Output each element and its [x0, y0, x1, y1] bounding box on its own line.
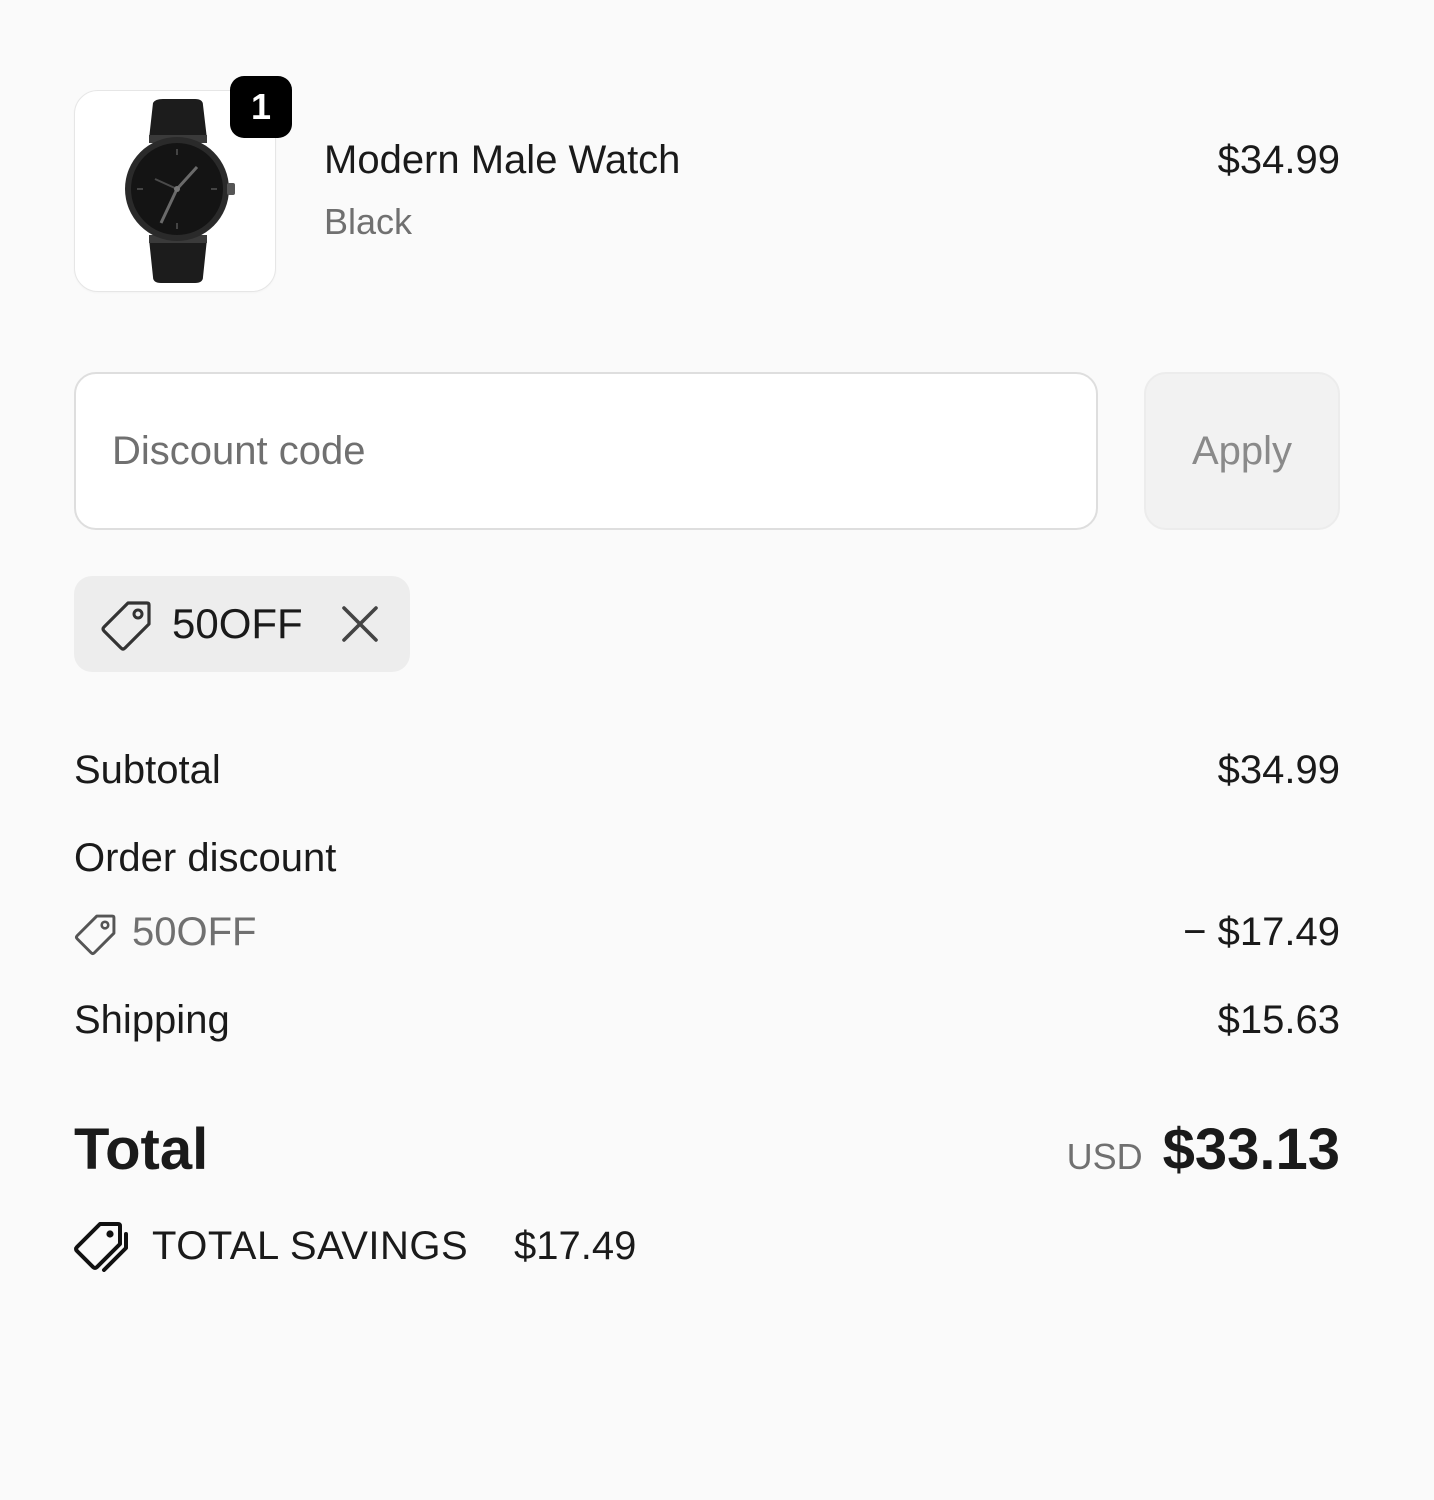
line-item: 1 Modern Male Watch Black $34.99 [74, 76, 1340, 294]
total-currency: USD [1066, 1136, 1143, 1177]
applied-code-label: 50OFF [172, 600, 303, 647]
shipping-label: Shipping [74, 998, 230, 1042]
order-discount-code: 50OFF [132, 910, 257, 954]
discount-code-input[interactable] [74, 372, 1098, 530]
order-discount-label: Order discount [74, 836, 337, 880]
total-amount: $33.13 [1162, 1117, 1340, 1182]
total-value-group: USD $33.13 [1067, 1118, 1340, 1182]
double-tag-icon [74, 1222, 128, 1272]
order-discount-value: − $17.49 [1183, 910, 1340, 954]
apply-button[interactable]: Apply [1144, 372, 1340, 530]
close-icon[interactable] [338, 602, 382, 646]
total-savings-amount: $17.49 [514, 1224, 637, 1268]
subtotal-label: Subtotal [74, 748, 221, 792]
product-price: $34.99 [1217, 138, 1340, 182]
order-summary: 1 Modern Male Watch Black $34.99 Apply 5… [74, 0, 1340, 1500]
discount-row: Apply [74, 372, 1340, 530]
applied-discount-chip: 50OFF [74, 576, 410, 672]
watch-product-image [125, 99, 235, 283]
tag-icon [74, 914, 116, 956]
subtotal-value: $34.99 [1217, 748, 1340, 792]
quantity-badge: 1 [230, 76, 292, 138]
tag-icon [101, 601, 151, 651]
total-savings-label: TOTAL SAVINGS [152, 1224, 469, 1268]
product-name: Modern Male Watch [324, 138, 681, 182]
shipping-value: $15.63 [1217, 998, 1340, 1042]
product-variant: Black [324, 201, 413, 242]
total-label: Total [74, 1117, 209, 1182]
